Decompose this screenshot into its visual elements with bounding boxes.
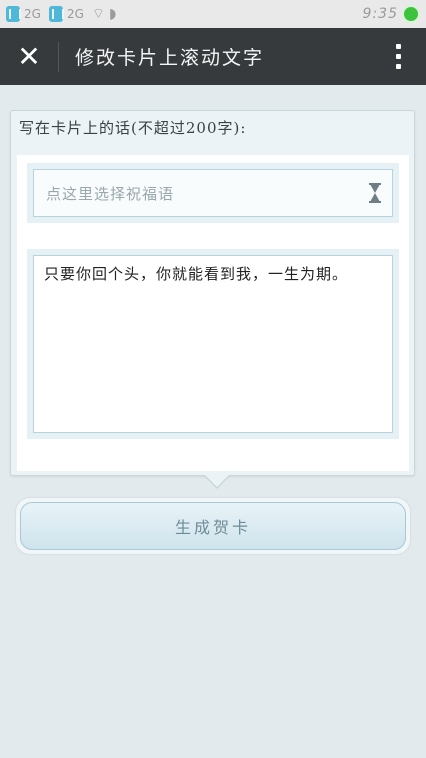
message-textarea[interactable]: 只要你回个头，你就能看到我，一生为期。 [33, 255, 393, 433]
status-right: 9:35 [363, 5, 420, 23]
title-divider [58, 41, 59, 72]
clock: 9:35 [362, 6, 398, 22]
sim-icon [48, 6, 64, 22]
blessing-select-placeholder: 点这里选择祝福语 [46, 184, 175, 203]
status-left: 2G 2G ⌔ ◗ [6, 5, 116, 23]
status-bar: 2G 2G ⌔ ◗ 9:35 [0, 0, 426, 28]
blessing-select[interactable]: 点这里选择祝福语 [33, 169, 393, 217]
notification-icon: ◗ [109, 6, 117, 22]
card-label: 写在卡片上的话(不超过200字): [19, 119, 247, 137]
generate-button-wrap: 生成贺卡 [16, 498, 410, 554]
title-bar: ✕ 修改卡片上滚动文字 [0, 28, 426, 85]
message-textarea-wrap: 只要你回个头，你就能看到我，一生为期。 [27, 249, 399, 439]
page-title: 修改卡片上滚动文字 [75, 47, 265, 69]
message-card: 写在卡片上的话(不超过200字): 点这里选择祝福语 只要你回个头，你就能看到我… [10, 110, 415, 476]
blessing-select-wrap: 点这里选择祝福语 [27, 163, 399, 223]
battery-icon [402, 5, 420, 23]
close-button[interactable]: ✕ [0, 28, 58, 85]
more-icon-dot [395, 64, 401, 69]
network-type-1: 2G [24, 7, 41, 21]
close-icon: ✕ [17, 40, 41, 73]
more-icon [395, 44, 401, 49]
card-inner: 点这里选择祝福语 只要你回个头，你就能看到我，一生为期。 [17, 155, 409, 471]
wifi-icon: ⌔ [91, 6, 106, 22]
more-icon-dot [395, 54, 401, 59]
network-type-2: 2G [66, 7, 84, 21]
hourglass-top [369, 183, 381, 185]
sim-icon [6, 6, 21, 22]
more-menu-button[interactable] [370, 28, 426, 85]
hourglass-bottom [369, 201, 381, 203]
card-pointer [205, 475, 229, 487]
generate-card-button[interactable]: 生成贺卡 [20, 502, 406, 550]
hourglass-icon [369, 183, 381, 203]
